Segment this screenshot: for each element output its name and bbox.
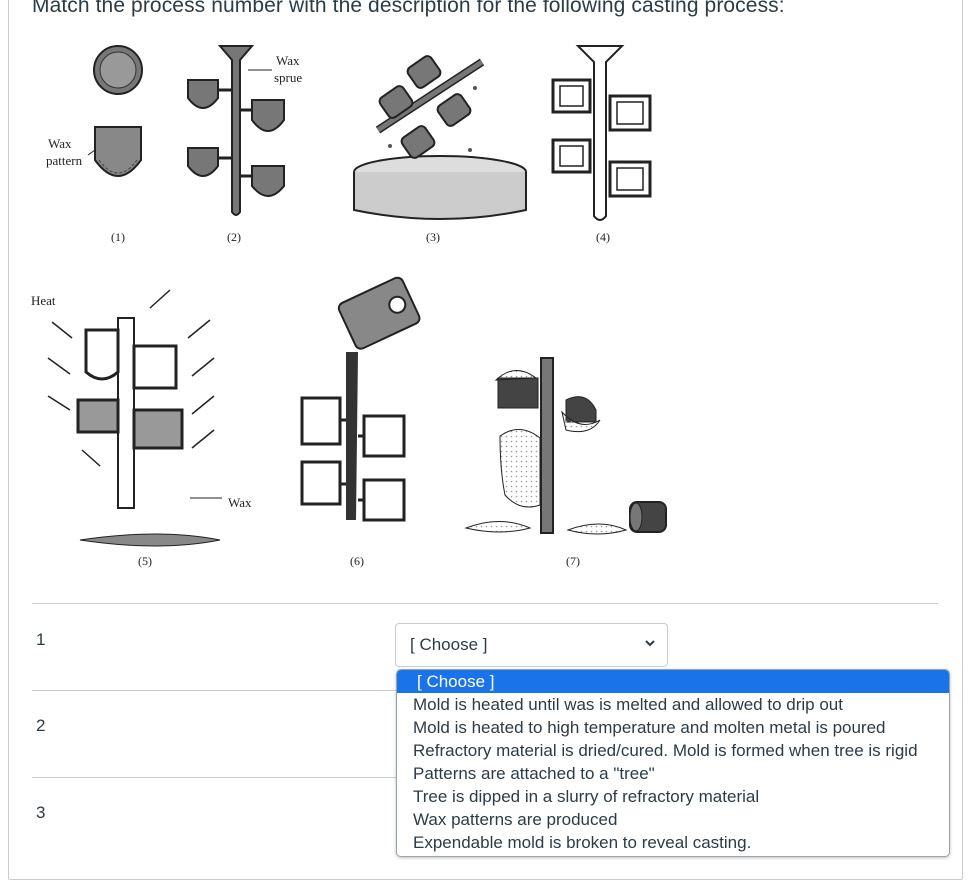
step-label-6: (6)	[350, 554, 364, 568]
step4-coated-tree	[551, 45, 652, 221]
chevron-down-icon	[645, 640, 655, 647]
step7-breakout	[464, 357, 667, 535]
match-row-number-2: 2	[36, 716, 46, 735]
wax-sprue-callout-2: sprue	[274, 70, 302, 85]
dropdown-option[interactable]: Expendable mold is broken to reveal cast…	[397, 831, 949, 854]
step6-pouring	[300, 276, 421, 522]
match-row-number-3: 3	[36, 803, 46, 822]
step-label-4: (4)	[596, 230, 610, 244]
casting-process-figure: Wax pattern Wax sprue (1) (2) (3) (4) He…	[31, 45, 667, 568]
answer-select-1[interactable]: [ Choose ]	[395, 623, 668, 667]
answer-dropdown-list[interactable]: [ Choose ] Mold is heated until was is m…	[396, 669, 950, 857]
step-label-7: (7)	[566, 554, 580, 568]
dropdown-option[interactable]: Mold is heated to high temperature and m…	[397, 716, 949, 739]
dropdown-option[interactable]: Tree is dipped in a slurry of refractory…	[397, 785, 949, 808]
step1-wax-pattern	[87, 45, 143, 177]
step5-dewax	[47, 289, 222, 547]
step2-pattern-tree	[187, 45, 285, 216]
divider	[32, 603, 938, 604]
wax-pattern-callout: Wax	[48, 136, 72, 151]
dropdown-option[interactable]: Mold is heated until was is melted and a…	[397, 693, 949, 716]
dropdown-option[interactable]: Wax patterns are produced	[397, 808, 949, 831]
select-value: [ Choose ]	[410, 635, 488, 654]
heat-callout: Heat	[31, 293, 56, 308]
wax-sprue-callout: Wax	[276, 53, 300, 68]
dropdown-option[interactable]: Refractory material is dried/cured. Mold…	[397, 739, 949, 762]
step-label-2: (2)	[227, 230, 241, 244]
wax-pattern-callout-2: pattern	[46, 153, 83, 168]
dropdown-option[interactable]: Patterns are attached to a "tree"	[397, 762, 949, 785]
match-row-number-1: 1	[36, 630, 46, 649]
dropdown-option[interactable]: [ Choose ]	[397, 670, 949, 693]
step-label-5: (5)	[138, 554, 152, 568]
wax-drip-callout: Wax	[228, 495, 252, 510]
step-label-3: (3)	[426, 230, 440, 244]
step-label-1: (1)	[111, 230, 125, 244]
step3-slurry-dip	[353, 55, 527, 220]
